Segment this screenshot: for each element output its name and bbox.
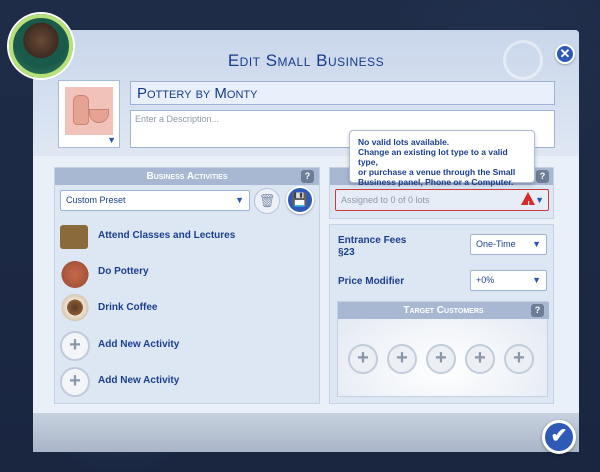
warning-mark: ! [527, 200, 530, 209]
business-icon-picker[interactable]: ▼ [58, 80, 120, 148]
pottery-vase-icon [60, 258, 90, 288]
chevron-down-icon: ▼ [535, 195, 544, 205]
dialog-title: Edit Small Business [227, 51, 385, 70]
entrance-fees-label: Entrance Fees [338, 235, 407, 246]
tooltip-line: or purchase a venue through the Small [358, 167, 516, 177]
add-activity-item[interactable]: + Add New Activity [60, 331, 310, 361]
price-modifier-value: +0% [476, 275, 495, 285]
assigned-lots-dropdown[interactable]: Assigned to 0 of 0 lots ! ▼ [335, 189, 549, 211]
chevron-down-icon: ▼ [235, 195, 244, 205]
customer-slot[interactable]: + [426, 344, 456, 374]
chevron-down-icon: ▼ [532, 275, 541, 285]
add-activity-item[interactable]: + Add New Activity [60, 367, 310, 397]
preset-dropdown[interactable]: Custom Preset ▼ [60, 190, 250, 211]
trash-icon: 🗑 [258, 193, 276, 208]
activity-label: Add New Activity [98, 339, 180, 350]
activity-label: Drink Coffee [98, 302, 158, 313]
activity-label: Do Pottery [98, 266, 149, 277]
activity-item[interactable]: Attend Classes and Lectures [60, 222, 310, 252]
entrance-mode-value: One-Time [476, 239, 516, 249]
customer-slot[interactable]: + [348, 344, 378, 374]
save-preset-button[interactable]: 💾 [286, 186, 314, 214]
close-icon: ✕ [559, 46, 571, 61]
coffee-cup-icon [60, 294, 90, 324]
assigned-lots-value: Assigned to 0 of 0 lots [341, 195, 430, 205]
help-icon[interactable]: ? [536, 170, 549, 183]
chevron-down-icon: ▼ [532, 239, 541, 249]
customer-slot[interactable]: + [465, 344, 495, 374]
help-icon[interactable]: ? [531, 304, 544, 317]
entrance-mode-dropdown[interactable]: One-Time ▼ [470, 234, 547, 255]
help-icon[interactable]: ? [301, 170, 314, 183]
activities-header: Business Activities [55, 168, 319, 185]
sim-avatar[interactable] [9, 14, 73, 78]
business-name-field[interactable]: Pottery by Monty [130, 81, 555, 105]
chevron-down-icon: ▼ [107, 135, 116, 145]
entrance-fees-value: §23 [338, 247, 355, 258]
activity-item[interactable]: Drink Coffee [60, 294, 310, 324]
activity-item[interactable]: Do Pottery [60, 258, 310, 288]
confirm-button[interactable]: ✔ [542, 420, 576, 454]
delete-preset-button[interactable]: 🗑 [254, 188, 280, 214]
dialog-footer [33, 413, 579, 452]
plus-icon: + [60, 331, 90, 361]
target-customers-header: Target Customers [338, 302, 549, 319]
checkmark-icon: ✔ [550, 425, 568, 447]
tooltip-line: Business panel, Phone or a Computer. [358, 177, 514, 187]
price-modifier-dropdown[interactable]: +0% ▼ [470, 270, 547, 291]
price-modifier-label: Price Modifier [338, 276, 405, 287]
activity-label: Attend Classes and Lectures [98, 230, 236, 241]
activity-label: Add New Activity [98, 375, 180, 386]
tooltip-line: No valid lots available. [358, 137, 450, 147]
no-lots-tooltip: No valid lots available. Change an exist… [349, 130, 535, 187]
plus-icon: + [60, 367, 90, 397]
customer-slot[interactable]: + [387, 344, 417, 374]
pottery-icon [65, 87, 113, 135]
chalkboard-icon [60, 225, 88, 249]
close-button[interactable]: ✕ [555, 44, 575, 64]
tooltip-line: Change an existing lot type to a valid t… [358, 147, 508, 167]
customer-slot[interactable]: + [504, 344, 534, 374]
save-icon: 💾 [291, 192, 309, 207]
preset-value: Custom Preset [66, 195, 126, 205]
target-customers-panel: Target Customers ? + + + + + [337, 301, 549, 397]
